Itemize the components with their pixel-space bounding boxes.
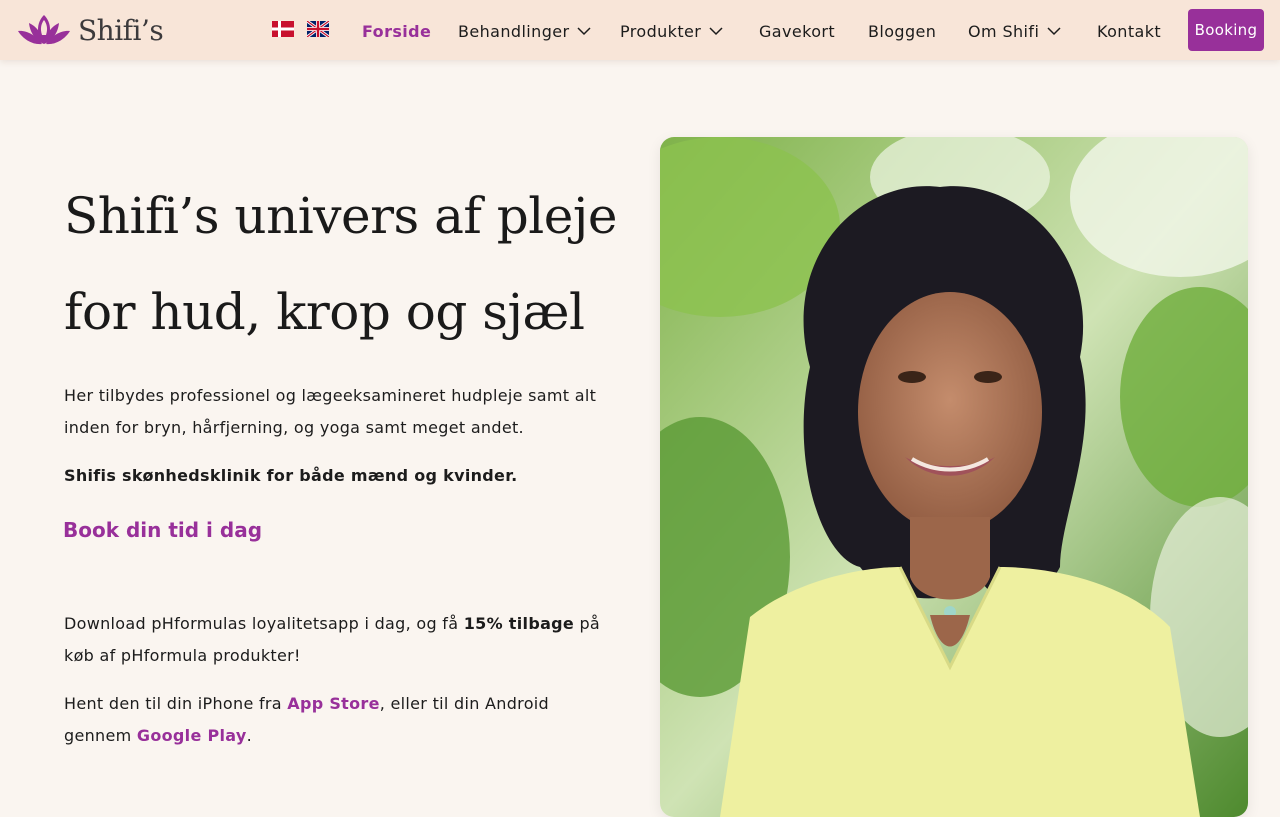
hero-title: Shifi’s univers af pleje for hud, krop o… (64, 168, 624, 360)
nav-forside[interactable]: Forside (362, 20, 431, 42)
store-links-text: Hent den til din iPhone fra App Store, e… (64, 688, 604, 752)
app-promo-text: Download pHformulas loyalitetsapp i dag,… (64, 608, 604, 672)
nav-produkter-label: Produkter (620, 21, 702, 41)
app-store-link[interactable]: App Store (287, 694, 379, 713)
site-logo[interactable]: Shifi’s (16, 10, 164, 50)
hero-portrait-photo (660, 137, 1248, 817)
nav-forside-label: Forside (362, 21, 432, 41)
nav-behandlinger[interactable]: Behandlinger (458, 20, 592, 42)
nav-om-shifi[interactable]: Om Shifi (968, 20, 1061, 42)
site-header: Shifi’s Forside Behandlinger Produkter G… (0, 0, 1280, 60)
danish-flag-icon[interactable] (272, 21, 294, 37)
hero-title-line-2: for hud, krop og sjæl (64, 283, 585, 341)
nav-gavekort[interactable]: Gavekort (759, 20, 835, 42)
nav-kontakt-label: Kontakt (1097, 21, 1162, 41)
nav-kontakt[interactable]: Kontakt (1097, 20, 1161, 42)
nav-behandlinger-label: Behandlinger (458, 21, 570, 41)
chevron-down-icon (1047, 27, 1061, 36)
nav-bloggen[interactable]: Bloggen (868, 20, 936, 42)
chevron-down-icon (577, 27, 592, 36)
logo-text: Shifi’s (78, 13, 164, 47)
chevron-down-icon (709, 27, 723, 36)
book-cta-link[interactable]: Book din tid i dag (63, 518, 262, 542)
hero-intro: Her tilbydes professionel og lægeeksamin… (64, 386, 597, 437)
hero-title-line-1: Shifi’s univers af pleje (64, 187, 617, 245)
nav-produkter[interactable]: Produkter (620, 20, 723, 42)
booking-button[interactable]: Booking (1188, 9, 1264, 51)
app-promo-text-start: Download pHformulas loyalitetsapp i dag,… (64, 614, 464, 633)
google-play-link[interactable]: Google Play (137, 726, 247, 745)
lotus-logo-icon (18, 15, 70, 45)
store-text-start: Hent den til din iPhone fra (64, 694, 288, 713)
store-text-end: . (246, 726, 253, 745)
cashback-highlight: 15% tilbage (463, 614, 575, 633)
hero-tagline: Shifis skønhedsklinik for både mænd og k… (64, 466, 518, 485)
nav-om-shifi-label: Om Shifi (968, 21, 1040, 41)
nav-gavekort-label: Gavekort (759, 21, 836, 41)
uk-flag-icon[interactable] (307, 21, 329, 37)
portrait-illustration (660, 137, 1248, 817)
nav-bloggen-label: Bloggen (868, 21, 937, 41)
